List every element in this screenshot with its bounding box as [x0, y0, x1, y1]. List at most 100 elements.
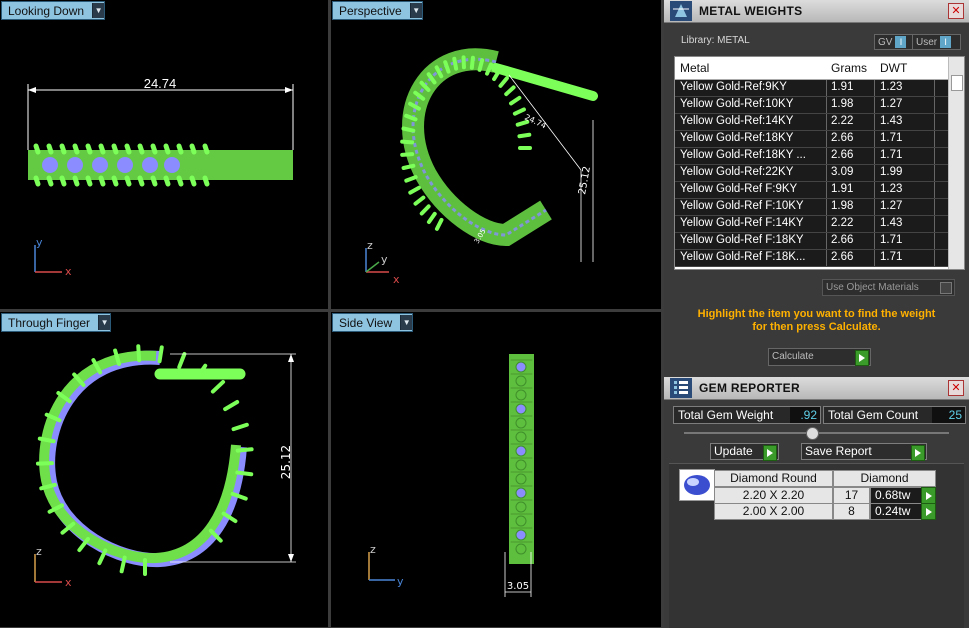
- viewport-label-side-view[interactable]: Side View ▼: [332, 313, 413, 332]
- slider-knob[interactable]: [806, 427, 819, 440]
- metal-grams: 1.91: [831, 81, 853, 93]
- metal-table-header: Metal Grams DWT: [675, 57, 948, 80]
- col-dwt[interactable]: DWT: [880, 61, 907, 75]
- metal-name: Yellow Gold-Ref F:10KY: [680, 200, 825, 212]
- metal-name: Yellow Gold-Ref:18KY: [680, 132, 825, 144]
- gem-reporter-header: GEM REPORTER ✕: [664, 377, 969, 400]
- use-object-materials-checkbox[interactable]: Use Object Materials: [822, 279, 955, 296]
- metal-name: Yellow Gold-Ref:10KY: [680, 98, 825, 110]
- viewport-through-finger[interactable]: 25.12 z x Through Finger ▼: [0, 312, 328, 627]
- svg-text:x: x: [65, 576, 72, 589]
- report-icon: [670, 378, 692, 398]
- svg-text:y: y: [397, 575, 404, 588]
- svg-text:z: z: [367, 239, 373, 252]
- play-arrow-icon: [911, 445, 925, 461]
- diamond-icon[interactable]: [679, 469, 715, 501]
- toggle-icon: I: [940, 36, 951, 48]
- scroll-thumb[interactable]: [951, 75, 963, 91]
- metal-table-row[interactable]: Yellow Gold-Ref:22KY3.091.99: [675, 165, 948, 182]
- metal-grams: 1.91: [831, 183, 853, 195]
- scale-icon: [670, 1, 692, 21]
- svg-text:x: x: [65, 265, 72, 278]
- looking-down-dimension: 24.74: [144, 76, 177, 91]
- svg-text:24.74: 24.74: [523, 113, 548, 131]
- svg-text:x: x: [393, 273, 400, 286]
- metal-dwt: 1.71: [880, 149, 902, 161]
- metal-table-row[interactable]: Yellow Gold-Ref:14KY2.221.43: [675, 114, 948, 131]
- gem-reporter-title: GEM REPORTER: [699, 377, 800, 399]
- svg-text:25.12: 25.12: [577, 165, 593, 195]
- update-button[interactable]: Update: [710, 443, 779, 460]
- viewport-side-view[interactable]: 3.05 z y Side View ▼: [331, 312, 661, 627]
- chevron-down-icon[interactable]: ▼: [400, 315, 412, 330]
- looking-down-model: 24.74 y x: [0, 0, 328, 309]
- play-arrow-icon: [763, 445, 777, 461]
- metal-table-row[interactable]: Yellow Gold-Ref:18KY2.661.71: [675, 131, 948, 148]
- metal-weights-header: METAL WEIGHTS ✕: [664, 0, 969, 23]
- metal-table[interactable]: Metal Grams DWT Yellow Gold-Ref:9KY1.911…: [674, 56, 965, 270]
- metal-dwt: 1.99: [880, 166, 902, 178]
- svg-text:y: y: [36, 236, 43, 249]
- svg-text:3.05: 3.05: [507, 581, 529, 592]
- metal-table-row[interactable]: Yellow Gold-Ref F:14KY2.221.43: [675, 216, 948, 233]
- metal-table-row[interactable]: Yellow Gold-Ref F:10KY1.981.27: [675, 199, 948, 216]
- metal-table-row[interactable]: Yellow Gold-Ref:10KY 1.98 1.27: [675, 97, 948, 114]
- metal-dwt: 1.71: [880, 132, 902, 144]
- col-grams[interactable]: Grams: [831, 61, 867, 75]
- through-finger-model: 25.12 z x: [0, 312, 328, 627]
- chevron-down-icon[interactable]: ▼: [98, 315, 110, 330]
- metal-name: Yellow Gold-Ref F:18K...: [680, 251, 825, 263]
- gem-slider[interactable]: [684, 432, 949, 434]
- metal-table-row[interactable]: Yellow Gold-Ref:18KY ... 2.66 1.71: [675, 148, 948, 165]
- metal-dwt: 1.27: [880, 98, 902, 110]
- metal-dwt: 1.71: [880, 234, 902, 246]
- metal-name: Yellow Gold-Ref:18KY ...: [680, 149, 825, 161]
- calculate-button[interactable]: Calculate: [768, 348, 871, 366]
- gem-col-type: Diamond: [833, 470, 936, 487]
- metal-grams: 2.66: [831, 149, 853, 161]
- viewport-label-looking-down[interactable]: Looking Down ▼: [1, 1, 105, 20]
- gem-list: Diamond Round Diamond 2.20 X 2.20170.68t…: [669, 463, 964, 628]
- gem-row-play-icon[interactable]: [921, 503, 936, 520]
- total-gem-count-field: Total Gem Count 25: [823, 406, 966, 424]
- svg-text:z: z: [36, 545, 42, 558]
- right-panel: METAL WEIGHTS ✕ Library: METAL GV I User…: [664, 0, 969, 627]
- close-icon[interactable]: ✕: [948, 3, 964, 19]
- col-metal[interactable]: Metal: [680, 61, 709, 75]
- viewport-perspective[interactable]: 24.74 25.12 3.05 z y x Perspective ▼: [331, 0, 661, 309]
- metal-name: Yellow Gold-Ref F:9KY: [680, 183, 825, 195]
- viewport-label-perspective[interactable]: Perspective ▼: [332, 1, 423, 20]
- side-view-model: 3.05 z y: [331, 312, 661, 627]
- gv-toggle[interactable]: GV I: [874, 34, 913, 50]
- metal-dwt: 1.71: [880, 251, 902, 263]
- gem-count: 8: [833, 503, 870, 520]
- chevron-down-icon[interactable]: ▼: [410, 3, 422, 18]
- metal-dwt: 1.43: [880, 115, 902, 127]
- metal-table-row[interactable]: Yellow Gold-Ref F:18KY2.661.71: [675, 233, 948, 250]
- perspective-model: 24.74 25.12 3.05 z y x: [331, 0, 661, 309]
- metal-table-scrollbar[interactable]: [948, 57, 964, 269]
- library-label: Library: METAL: [681, 35, 750, 46]
- user-toggle[interactable]: User I: [912, 34, 961, 50]
- metal-table-row[interactable]: Yellow Gold-Ref F:18K... 2.66 1.71: [675, 250, 948, 267]
- metal-grams: 2.66: [831, 234, 853, 246]
- total-gem-count-value: 25: [932, 407, 965, 423]
- metal-table-row[interactable]: Yellow Gold-Ref F:9KY1.911.23: [675, 182, 948, 199]
- calculate-hint: Highlight the item you want to find the …: [684, 308, 949, 334]
- save-report-button[interactable]: Save Report: [801, 443, 927, 460]
- metal-grams: 1.98: [831, 98, 853, 110]
- gem-size: 2.00 X 2.00: [714, 503, 833, 520]
- close-icon[interactable]: ✕: [948, 380, 964, 396]
- svg-text:y: y: [381, 253, 388, 266]
- metal-grams: 2.22: [831, 217, 853, 229]
- viewport-label-through-finger[interactable]: Through Finger ▼: [1, 313, 111, 332]
- metal-dwt: 1.27: [880, 200, 902, 212]
- viewport-looking-down[interactable]: 24.74 y x Looking Down ▼: [0, 0, 328, 309]
- chevron-down-icon[interactable]: ▼: [92, 3, 104, 18]
- gem-total-weight: 0.24tw: [870, 503, 923, 520]
- total-gem-weight-value: .92: [790, 407, 820, 423]
- metal-grams: 2.66: [831, 251, 853, 263]
- metal-table-row[interactable]: Yellow Gold-Ref:9KY1.911.23: [675, 80, 948, 97]
- gem-row-play-icon[interactable]: [921, 487, 936, 504]
- checkbox-icon[interactable]: [940, 282, 952, 294]
